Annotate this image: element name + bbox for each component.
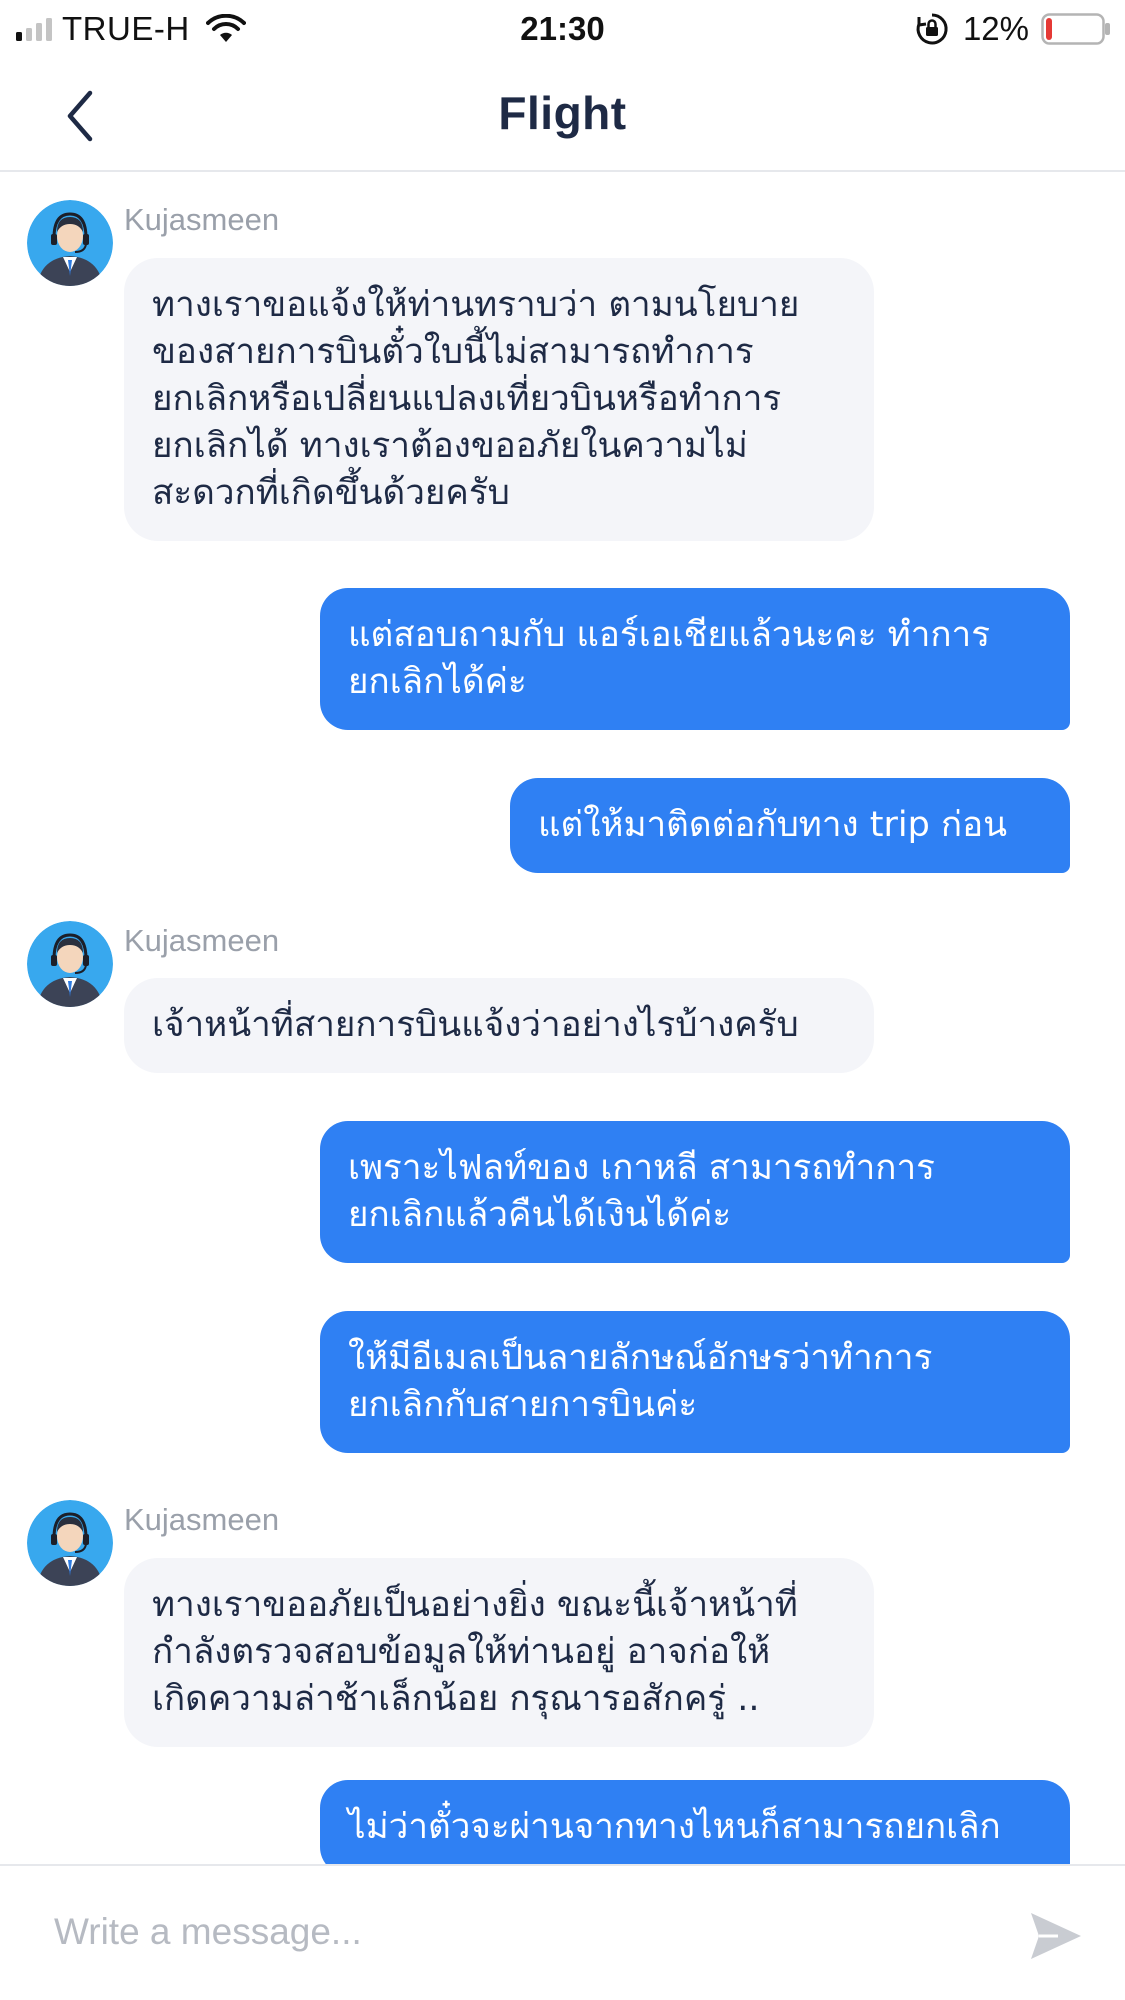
outgoing-message-bubble[interactable]: ไม่ว่าตั๋วจะผ่านจากทางไหนก็สามารถยกเลิก — [320, 1780, 1070, 1864]
outgoing-message-bubble[interactable]: เพราะไฟลท์ของ เกาหลี สามารถทำการ ยกเลิกแ… — [320, 1121, 1070, 1263]
message-line: ยกเลิกได้ค่ะ — [348, 662, 527, 702]
agent-headset-avatar-icon — [27, 921, 113, 1007]
message-line: ยกเลิกได้ ทางเราต้องขออภัยในความไม่ — [152, 426, 748, 466]
message-line: แต่ให้มาติดต่อกับทาง trip ก่อน — [538, 805, 1008, 845]
incoming-message-bubble[interactable]: เจ้าหน้าที่สายการบินแจ้งว่าอย่างไรบ้างคร… — [124, 978, 874, 1073]
send-button[interactable] — [1028, 1910, 1084, 1962]
message-composer — [0, 1864, 1125, 2000]
message-line: ทางเราขออภัยเป็นอย่างยิ่ง ขณะนี้เจ้าหน้า… — [152, 1585, 798, 1625]
agent-avatar — [27, 1500, 113, 1586]
battery-percentage: 12% — [962, 10, 1029, 47]
message-line: สะดวกที่เกิดขึ้นด้วยครับ — [152, 473, 510, 513]
message-input[interactable] — [54, 1900, 954, 1964]
outgoing-message-bubble[interactable]: แต่สอบถามกับ แอร์เอเชียแล้วนะคะ ทำการ ยก… — [320, 588, 1070, 730]
message-line: แต่สอบถามกับ แอร์เอเชียแล้วนะคะ ทำการ — [348, 615, 991, 655]
message-line: ของสายการบินตั๋วใบนี้ไม่สามารถทำการ — [152, 332, 754, 372]
incoming-message-bubble[interactable]: ทางเราขออภัยเป็นอย่างยิ่ง ขณะนี้เจ้าหน้า… — [124, 1558, 874, 1747]
message-line: เกิดความล่าช้าเล็กน้อย กรุณารอสักครู่ .. — [152, 1679, 760, 1719]
agent-avatar — [27, 200, 113, 286]
message-line: กำลังตรวจสอบข้อมูลให้ท่านอยู่ อาจก่อให้ — [152, 1632, 771, 1672]
agent-headset-avatar-icon — [27, 200, 113, 286]
incoming-message-bubble[interactable]: ทางเราขอแจ้งให้ท่านทราบว่า ตามนโยบาย ของ… — [124, 258, 874, 541]
message-line: ยกเลิกกับสายการบินค่ะ — [348, 1385, 698, 1425]
outgoing-message-bubble[interactable]: แต่ให้มาติดต่อกับทาง trip ก่อน — [510, 778, 1070, 873]
rotation-lock-icon — [916, 13, 948, 45]
message-line: ยกเลิกหรือเปลี่ยนแปลงเที่ยวบินหรือทำการ — [152, 379, 782, 419]
navigation-header: Flight — [0, 58, 1125, 172]
message-line: ทางเราขอแจ้งให้ท่านทราบว่า ตามนโยบาย — [152, 285, 800, 325]
battery-icon — [1041, 13, 1110, 45]
sender-name: Kujasmeen — [124, 923, 280, 958]
message-line: เจ้าหน้าที่สายการบินแจ้งว่าอย่างไรบ้างคร… — [152, 1005, 799, 1045]
sender-name: Kujasmeen — [124, 202, 280, 237]
agent-headset-avatar-icon — [27, 1500, 113, 1586]
message-line: ไม่ว่าตั๋วจะผ่านจากทางไหนก็สามารถยกเลิก — [348, 1807, 1001, 1847]
message-line: เพราะไฟลท์ของ เกาหลี สามารถทำการ — [348, 1148, 935, 1188]
page-title: Flight — [498, 87, 627, 139]
message-line: ยกเลิกแล้วคืนได้เงินได้ค่ะ — [348, 1195, 732, 1235]
chat-message-list[interactable]: Kujasmeen ทางเราขอแจ้งให้ท่านทราบว่า ตาม… — [0, 172, 1125, 1864]
outgoing-message-bubble[interactable]: ให้มีอีเมลเป็นลายลักษณ์อักษรว่าทำการ ยกเ… — [320, 1311, 1070, 1453]
send-icon — [1031, 1913, 1081, 1959]
message-line: ให้มีอีเมลเป็นลายลักษณ์อักษรว่าทำการ — [348, 1338, 933, 1378]
sender-name: Kujasmeen — [124, 1502, 280, 1537]
status-bar-right: 12% — [915, 10, 1111, 48]
agent-avatar — [27, 921, 113, 1007]
status-bar: TRUE-H 21:30 12% — [0, 0, 1125, 58]
